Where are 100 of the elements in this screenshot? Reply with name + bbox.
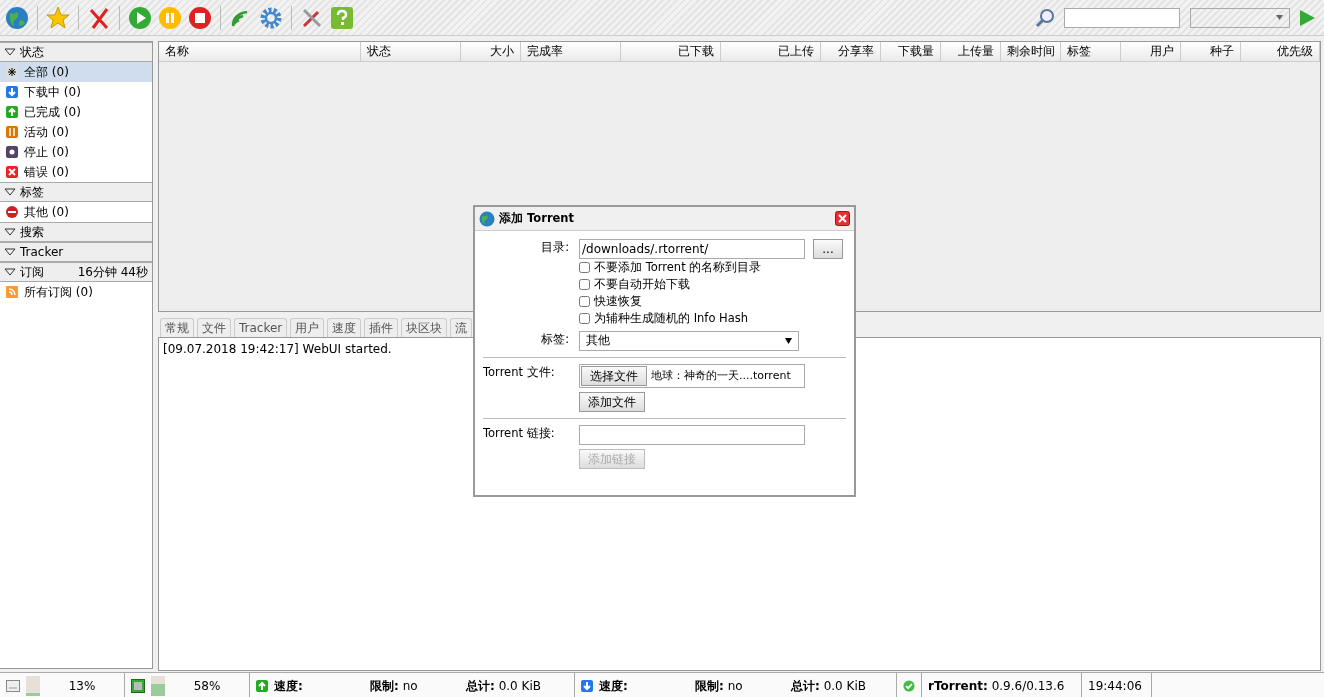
rss-icon <box>6 286 18 298</box>
column-header[interactable]: 状态 <box>361 42 461 61</box>
directory-field[interactable]: /downloads/.rtorrent/ <box>579 239 805 259</box>
field-label: Torrent 链接: <box>483 425 556 442</box>
usage-meter <box>151 675 165 696</box>
filter-item[interactable]: 所有订阅 (0) <box>0 282 152 302</box>
file-picker[interactable]: 选择文件 地球：神奇的一天....torrent <box>579 364 805 388</box>
caret-icon <box>785 338 792 344</box>
section-header[interactable]: 状态 <box>0 42 152 62</box>
column-header[interactable]: 大小 <box>461 42 521 61</box>
total-text: 总计: 0.0 KiB <box>791 677 866 695</box>
check-icon <box>903 678 915 693</box>
expand-icon <box>4 228 16 236</box>
checkbox-label: 快速恢复 <box>594 292 642 310</box>
delete-icon <box>87 5 111 30</box>
tab[interactable]: 流 <box>450 318 473 337</box>
speed-label: 速度: <box>274 677 304 695</box>
section-header[interactable]: 标签 <box>0 182 152 202</box>
checkbox[interactable] <box>579 313 590 324</box>
section-header[interactable]: 订阅 16分钟 44秒 <box>0 262 152 282</box>
filter-item[interactable]: 已完成 (0) <box>0 102 152 122</box>
add-file-button[interactable]: 添加文件 <box>579 392 645 412</box>
memory-icon <box>131 678 145 693</box>
column-header[interactable]: 名称 <box>159 42 361 61</box>
browse-button[interactable]: ... <box>813 239 843 259</box>
usage-reading: 58% <box>192 677 222 695</box>
play-icon <box>128 5 152 30</box>
column-header[interactable]: 种子 <box>1181 42 1241 61</box>
filter-item[interactable]: 下载中 (0) <box>0 82 152 102</box>
usage-meter <box>26 675 40 696</box>
globe-button[interactable] <box>4 4 30 31</box>
close-button[interactable] <box>835 211 850 226</box>
field-label: 标签: <box>540 331 570 348</box>
filter-item[interactable]: 错误 (0) <box>0 162 152 182</box>
upload-icon <box>6 106 18 118</box>
tab[interactable]: Tracker <box>234 318 288 337</box>
column-header[interactable]: 完成率 <box>521 42 621 61</box>
help-button[interactable] <box>329 4 355 31</box>
filter-item[interactable]: 停止 (0) <box>0 142 152 162</box>
download-icon <box>6 86 18 98</box>
usage-reading: 13% <box>67 677 97 695</box>
filter-item[interactable]: 活动 (0) <box>0 122 152 142</box>
tab[interactable]: 用户 <box>290 318 325 337</box>
expand-icon <box>4 48 16 56</box>
stop-button[interactable] <box>187 4 213 31</box>
checkbox[interactable] <box>579 279 590 290</box>
star-button[interactable] <box>45 4 71 31</box>
expand-icon <box>4 188 16 196</box>
field-label: 目录: <box>540 239 570 256</box>
download-icon <box>581 679 593 692</box>
total-text: 总计: 0.0 KiB <box>466 677 541 695</box>
section-header[interactable]: 搜索 <box>0 222 152 242</box>
close-icon <box>835 211 850 226</box>
field-label: Torrent 文件: <box>483 364 556 381</box>
section-header[interactable]: Tracker <box>0 242 152 262</box>
section-title: 搜索 <box>20 224 44 241</box>
tab[interactable]: 块区块 <box>401 318 448 337</box>
checkbox-label: 不要添加 Torrent 的名称到目录 <box>594 258 762 276</box>
settings-icon <box>259 5 283 30</box>
expand-icon <box>4 248 16 256</box>
column-header[interactable]: 已下载 <box>621 42 721 61</box>
tab[interactable]: 插件 <box>364 318 399 337</box>
error-icon <box>6 166 18 178</box>
column-header[interactable]: 标签 <box>1061 42 1121 61</box>
checkbox[interactable] <box>579 262 590 273</box>
column-header[interactable]: 用户 <box>1121 42 1181 61</box>
checkbox-label: 为辅种生成随机的 Info Hash <box>594 309 749 327</box>
search-engine-dropdown[interactable] <box>1190 7 1290 28</box>
log-line: [09.07.2018 19:42:17] WebUI started. <box>163 341 392 358</box>
search-icon <box>1034 6 1056 29</box>
help-icon <box>330 5 354 30</box>
column-header[interactable]: 剩余时间 <box>1001 42 1061 61</box>
search-field[interactable] <box>1064 7 1180 28</box>
choose-file-button[interactable]: 选择文件 <box>581 366 647 386</box>
section-title: 订阅 <box>20 264 44 281</box>
column-header[interactable]: 下载量 <box>881 42 941 61</box>
play-button[interactable] <box>127 4 153 31</box>
filter-item[interactable]: 全部 (0) <box>0 62 152 82</box>
column-header[interactable]: 已上传 <box>721 42 821 61</box>
minus-icon <box>6 206 18 218</box>
column-header[interactable]: 上传量 <box>941 42 1001 61</box>
filter-item[interactable]: 其他 (0) <box>0 202 152 222</box>
section-title: 标签 <box>20 184 44 201</box>
asterisk-icon <box>6 66 18 78</box>
tab[interactable]: 速度 <box>327 318 362 337</box>
upload-icon <box>256 679 268 692</box>
label-dropdown[interactable]: 其他 <box>579 331 799 351</box>
checkbox[interactable] <box>579 296 590 307</box>
checkbox-label: 不要自动开始下载 <box>594 275 690 293</box>
link-field[interactable] <box>579 425 805 445</box>
caret-icon <box>1276 15 1283 20</box>
column-header[interactable]: 分享率 <box>821 42 881 61</box>
refresh-timer: 16分钟 44秒 <box>77 264 148 281</box>
column-header[interactable]: 优先级 <box>1241 42 1320 61</box>
dialog-title: 添加 Torrent <box>499 209 575 227</box>
clock-time: 19:44:06 <box>1088 677 1142 695</box>
play-icon <box>1298 8 1316 27</box>
section-title: Tracker <box>20 244 64 261</box>
tab[interactable]: 文件 <box>197 318 231 337</box>
tab[interactable]: 常规 <box>160 318 194 337</box>
